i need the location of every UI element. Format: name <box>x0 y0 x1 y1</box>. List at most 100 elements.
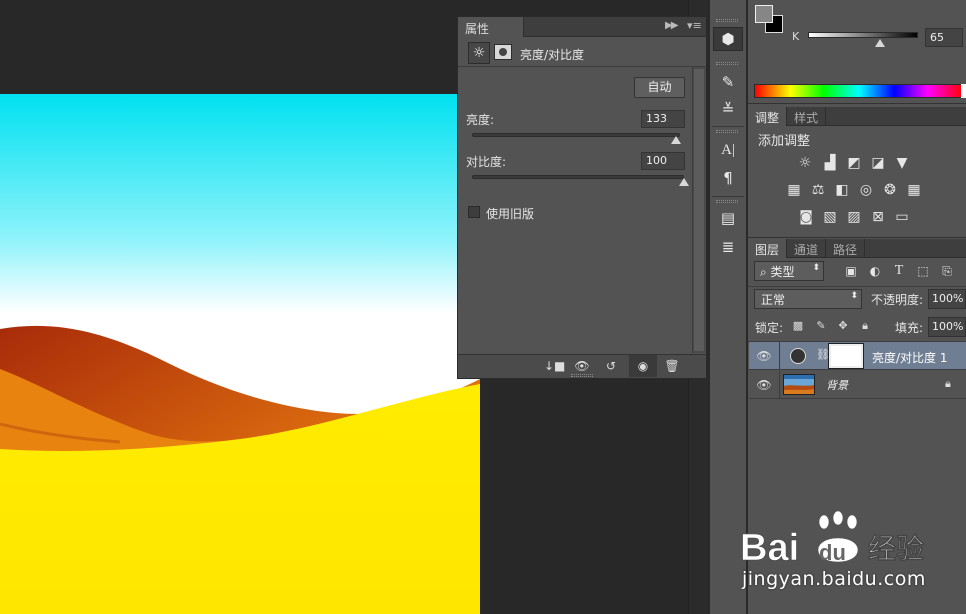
mask-link-chain-icon[interactable]: ⛓ <box>816 348 830 361</box>
layer-mask-icon[interactable] <box>494 44 512 60</box>
view-previous-icon[interactable]: 👁‍ <box>572 358 592 374</box>
baidu-jingyan-logo: Bai du 经验 <box>740 510 960 573</box>
fill-field[interactable]: 100% <box>928 317 966 337</box>
gradient-map-icon[interactable]: ▭ <box>892 207 912 227</box>
lock-transparent-pixels-icon[interactable]: ▩ <box>790 318 806 334</box>
clip-to-layer-icon[interactable]: ↓■ <box>544 358 565 374</box>
filter-type-icon[interactable]: T <box>890 262 908 280</box>
layers-tab-bar: 图层 通道 路径 <box>748 239 966 258</box>
filter-adjustment-icon[interactable]: ◐ <box>866 262 884 280</box>
selective-color-icon[interactable]: ⊠ <box>868 207 888 227</box>
contrast-value-field[interactable]: 100 <box>641 152 685 170</box>
layer-filter-kind-select[interactable]: ⌕ 类型 ⬍ <box>754 261 824 281</box>
channel-mixer-icon[interactable]: ❂ <box>880 180 900 200</box>
watermark-url: jingyan.baidu.com <box>742 568 926 590</box>
layer-visibility-eye-icon[interactable]: 👁 <box>754 346 774 366</box>
gradient-map-triangle-icon[interactable]: ▼ <box>892 153 912 173</box>
opacity-field[interactable]: 100% <box>928 289 966 309</box>
k-channel-slider[interactable] <box>808 32 918 38</box>
layer-name[interactable]: 背景 <box>826 377 848 393</box>
contrast-slider-thumb[interactable] <box>679 178 689 186</box>
logo-text-bai: Bai <box>740 527 799 569</box>
tab-adjustments[interactable]: 调整 <box>748 107 788 126</box>
tab-styles[interactable]: 样式 <box>787 107 827 126</box>
panel-resize-grip[interactable] <box>571 374 593 377</box>
strip-grip[interactable] <box>716 62 738 65</box>
use-legacy-checkbox[interactable] <box>468 206 480 218</box>
tab-paths[interactable]: 路径 <box>826 239 866 258</box>
posterize-icon[interactable]: ▧ <box>820 207 840 227</box>
panel-menu-icon[interactable]: ▾≡ <box>687 19 702 32</box>
layer-name[interactable]: 亮度/对比度 1 <box>872 349 948 366</box>
photo-filter-icon[interactable]: ◎ <box>856 180 876 200</box>
black-white-icon[interactable]: ◧ <box>832 180 852 200</box>
k-channel-value-field[interactable]: 65 <box>925 28 963 47</box>
k-channel-slider-thumb[interactable] <box>875 39 885 47</box>
invert-icon[interactable]: ◙ <box>796 207 816 227</box>
properties-panel: 属性 ▶▶ ▾≡ ☼ 亮度/对比度 自动 亮度: 133 对比度: 100 使用… <box>457 16 707 379</box>
strip-grip[interactable] <box>716 19 738 22</box>
foreground-color-swatch[interactable] <box>755 5 773 23</box>
brightness-adjustment-icon[interactable]: ☼ <box>468 42 490 64</box>
contrast-slider[interactable] <box>472 175 684 179</box>
delete-icon[interactable]: 🗑 <box>662 358 682 374</box>
document-image[interactable] <box>0 94 480 614</box>
tab-layers[interactable]: 图层 <box>748 239 788 258</box>
select-arrows-icon: ⬍ <box>850 291 858 301</box>
contrast-label: 对比度: <box>466 155 507 169</box>
k-channel-label: K <box>792 30 800 43</box>
layer-visibility-eye-icon[interactable]: 👁 <box>754 375 774 395</box>
opacity-label: 不透明度: <box>871 293 924 307</box>
brightness-slider-thumb[interactable] <box>670 136 681 144</box>
curves-icon[interactable]: ◩ <box>844 153 864 173</box>
layer-thumbnail[interactable] <box>783 374 815 395</box>
brush-settings-icon[interactable]: ≚ <box>711 97 745 121</box>
reset-icon[interactable]: ↺ <box>601 358 621 374</box>
tab-channels[interactable]: 通道 <box>787 239 827 258</box>
3d-cube-icon[interactable]: ⬢ <box>711 27 745 51</box>
visibility-icon[interactable]: ◉ <box>633 358 653 374</box>
blend-mode-select[interactable]: 正常 ⬍ <box>754 289 862 309</box>
lock-label: 锁定: <box>755 321 784 335</box>
levels-icon[interactable]: ▟ <box>820 153 840 173</box>
notes-icon[interactable]: ▤ <box>711 206 745 230</box>
eye-column-separator <box>779 342 780 370</box>
layers-separator <box>748 286 966 287</box>
layer-filter-kind-value: 类型 <box>770 265 795 279</box>
brightness-value-field[interactable]: 133 <box>641 110 685 128</box>
layer-mask-thumbnail[interactable] <box>829 344 863 368</box>
filter-shape-icon[interactable]: ⬚ <box>914 262 932 280</box>
color-spectrum-bar[interactable] <box>754 84 964 98</box>
auto-button[interactable]: 自动 <box>634 77 685 98</box>
fill-label: 填充: <box>895 321 924 335</box>
spectrum-white-swatch[interactable] <box>961 84 966 98</box>
logo-text-du: du <box>819 540 846 565</box>
lock-all-icon[interactable]: 🔒︎ <box>857 318 873 334</box>
properties-scrollbar-thumb[interactable] <box>694 69 704 351</box>
layer-row[interactable] <box>749 371 966 399</box>
collapse-panel-icon[interactable]: ▶▶ <box>665 20 678 31</box>
brightness-icon[interactable]: ☼ <box>795 153 815 173</box>
info-icon[interactable]: ≣ <box>711 235 745 259</box>
brightness-adjustment-layer-icon <box>790 348 806 364</box>
adjustments-tab-bar: 调整 样式 <box>748 107 966 126</box>
paragraph-panel-icon[interactable]: ¶ <box>711 166 745 190</box>
lock-image-pixels-icon[interactable]: ✎ <box>813 318 829 334</box>
color-balance-icon[interactable]: ⚖ <box>808 180 828 200</box>
character-panel-icon[interactable]: A| <box>711 138 745 162</box>
brush-presets-icon[interactable]: ✎ <box>711 70 745 94</box>
vibrance-icon[interactable]: ▦ <box>784 180 804 200</box>
exposure-icon[interactable]: ◪ <box>868 153 888 173</box>
tab-properties[interactable]: 属性 <box>458 17 524 37</box>
layer-locked-icon: 🔒︎ <box>945 377 951 390</box>
filter-smart-object-icon[interactable]: ⎘ <box>938 262 956 280</box>
properties-title: 亮度/对比度 <box>520 48 585 62</box>
strip-grip[interactable] <box>716 200 738 203</box>
filter-pixel-icon[interactable]: ▣ <box>842 262 860 280</box>
strip-grip[interactable] <box>716 130 738 133</box>
select-arrows-icon: ⬍ <box>812 263 820 273</box>
color-lookup-icon[interactable]: ▦ <box>904 180 924 200</box>
brightness-slider[interactable] <box>472 133 680 137</box>
lock-position-icon[interactable]: ✥ <box>835 318 851 334</box>
threshold-icon[interactable]: ▨ <box>844 207 864 227</box>
